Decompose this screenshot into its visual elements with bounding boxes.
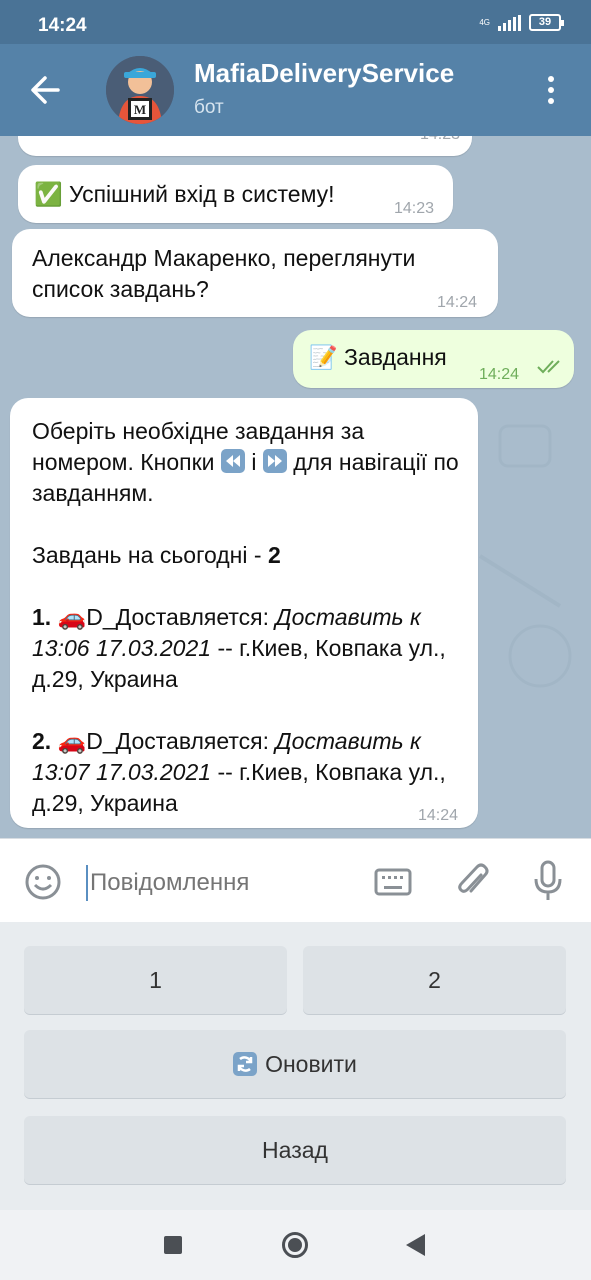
task-status: D_Доставляется:: [86, 604, 270, 630]
message-time: 14:24: [479, 366, 520, 383]
delivery-man-icon: M: [106, 56, 174, 124]
message-text: 📝 Завдання: [309, 344, 447, 370]
keyboard-icon[interactable]: [374, 867, 412, 897]
status-bar: 14:24 4G 39: [0, 0, 591, 44]
refresh-icon: [233, 1052, 258, 1076]
more-menu-icon[interactable]: [540, 76, 562, 108]
task-number: 1.: [32, 604, 52, 630]
system-nav-bar: [0, 1210, 591, 1280]
intro-i: і: [251, 449, 257, 475]
emoji-icon[interactable]: [24, 863, 62, 901]
status-time: 14:24: [38, 15, 87, 36]
count-label: Завдань на сьогодні -: [32, 542, 262, 568]
message-time: 14:24: [437, 294, 478, 311]
back-arrow-icon[interactable]: [28, 74, 64, 106]
task-1-button[interactable]: 1: [24, 946, 287, 1014]
network-type: 4G: [479, 18, 490, 27]
refresh-label: Оновити: [265, 1050, 357, 1077]
message-time: 14:24: [418, 807, 459, 824]
status-icons: 4G 39: [479, 14, 564, 31]
refresh-button[interactable]: Оновити: [24, 1030, 566, 1098]
message-time: 14:23: [420, 136, 460, 150]
chat-header: M MafiaDeliveryService бот: [0, 44, 591, 136]
message-bubble[interactable]: 14:23: [18, 136, 472, 156]
message-bubble-outgoing[interactable]: 📝 Завдання 14:24: [293, 330, 574, 388]
chat-area[interactable]: 14:23 ✅ Успішний вхід в систему! 14:23 А…: [0, 136, 591, 838]
home-icon[interactable]: [282, 1232, 308, 1258]
message-input[interactable]: [86, 865, 356, 901]
nav-back-icon[interactable]: [406, 1234, 425, 1256]
back-button[interactable]: Назад: [24, 1116, 566, 1184]
message-text: ✅ Успішний вхід в систему!: [34, 181, 335, 207]
signal-icon: [498, 14, 521, 31]
microphone-icon[interactable]: [531, 859, 565, 903]
fast-forward-icon: [262, 449, 287, 473]
message-input-bar: [0, 838, 591, 922]
count-value: 2: [267, 542, 281, 568]
car-icon: 🚗: [57, 728, 87, 754]
message-bubble[interactable]: Александр Макаренко, переглянути список …: [12, 229, 498, 317]
read-check-icon: [537, 360, 560, 374]
message-bubble[interactable]: ✅ Успішний вхід в систему! 14:23: [18, 165, 453, 223]
task-2-button[interactable]: 2: [303, 946, 566, 1014]
message-text: Александр Макаренко, переглянути список …: [32, 245, 416, 302]
chat-title[interactable]: MafiaDeliveryService: [194, 58, 454, 89]
car-icon: 🚗: [57, 604, 87, 630]
message-text: Оберіть необхідне завдання за номером. К…: [32, 416, 472, 819]
attach-icon[interactable]: [455, 861, 491, 901]
message-time: 14:23: [394, 200, 435, 217]
battery-icon: 39: [529, 14, 564, 31]
bot-keyboard: 1 2 Оновити Назад: [0, 922, 591, 1210]
message-bubble[interactable]: Оберіть необхідне завдання за номером. К…: [10, 398, 478, 828]
rewind-icon: [220, 449, 245, 473]
svg-text:M: M: [134, 102, 146, 117]
recents-icon[interactable]: [164, 1236, 182, 1254]
chat-subtitle: бот: [194, 97, 224, 118]
task-status: D_Доставляется:: [86, 728, 270, 754]
bot-avatar[interactable]: M: [106, 56, 174, 124]
task-number: 2.: [32, 728, 52, 754]
